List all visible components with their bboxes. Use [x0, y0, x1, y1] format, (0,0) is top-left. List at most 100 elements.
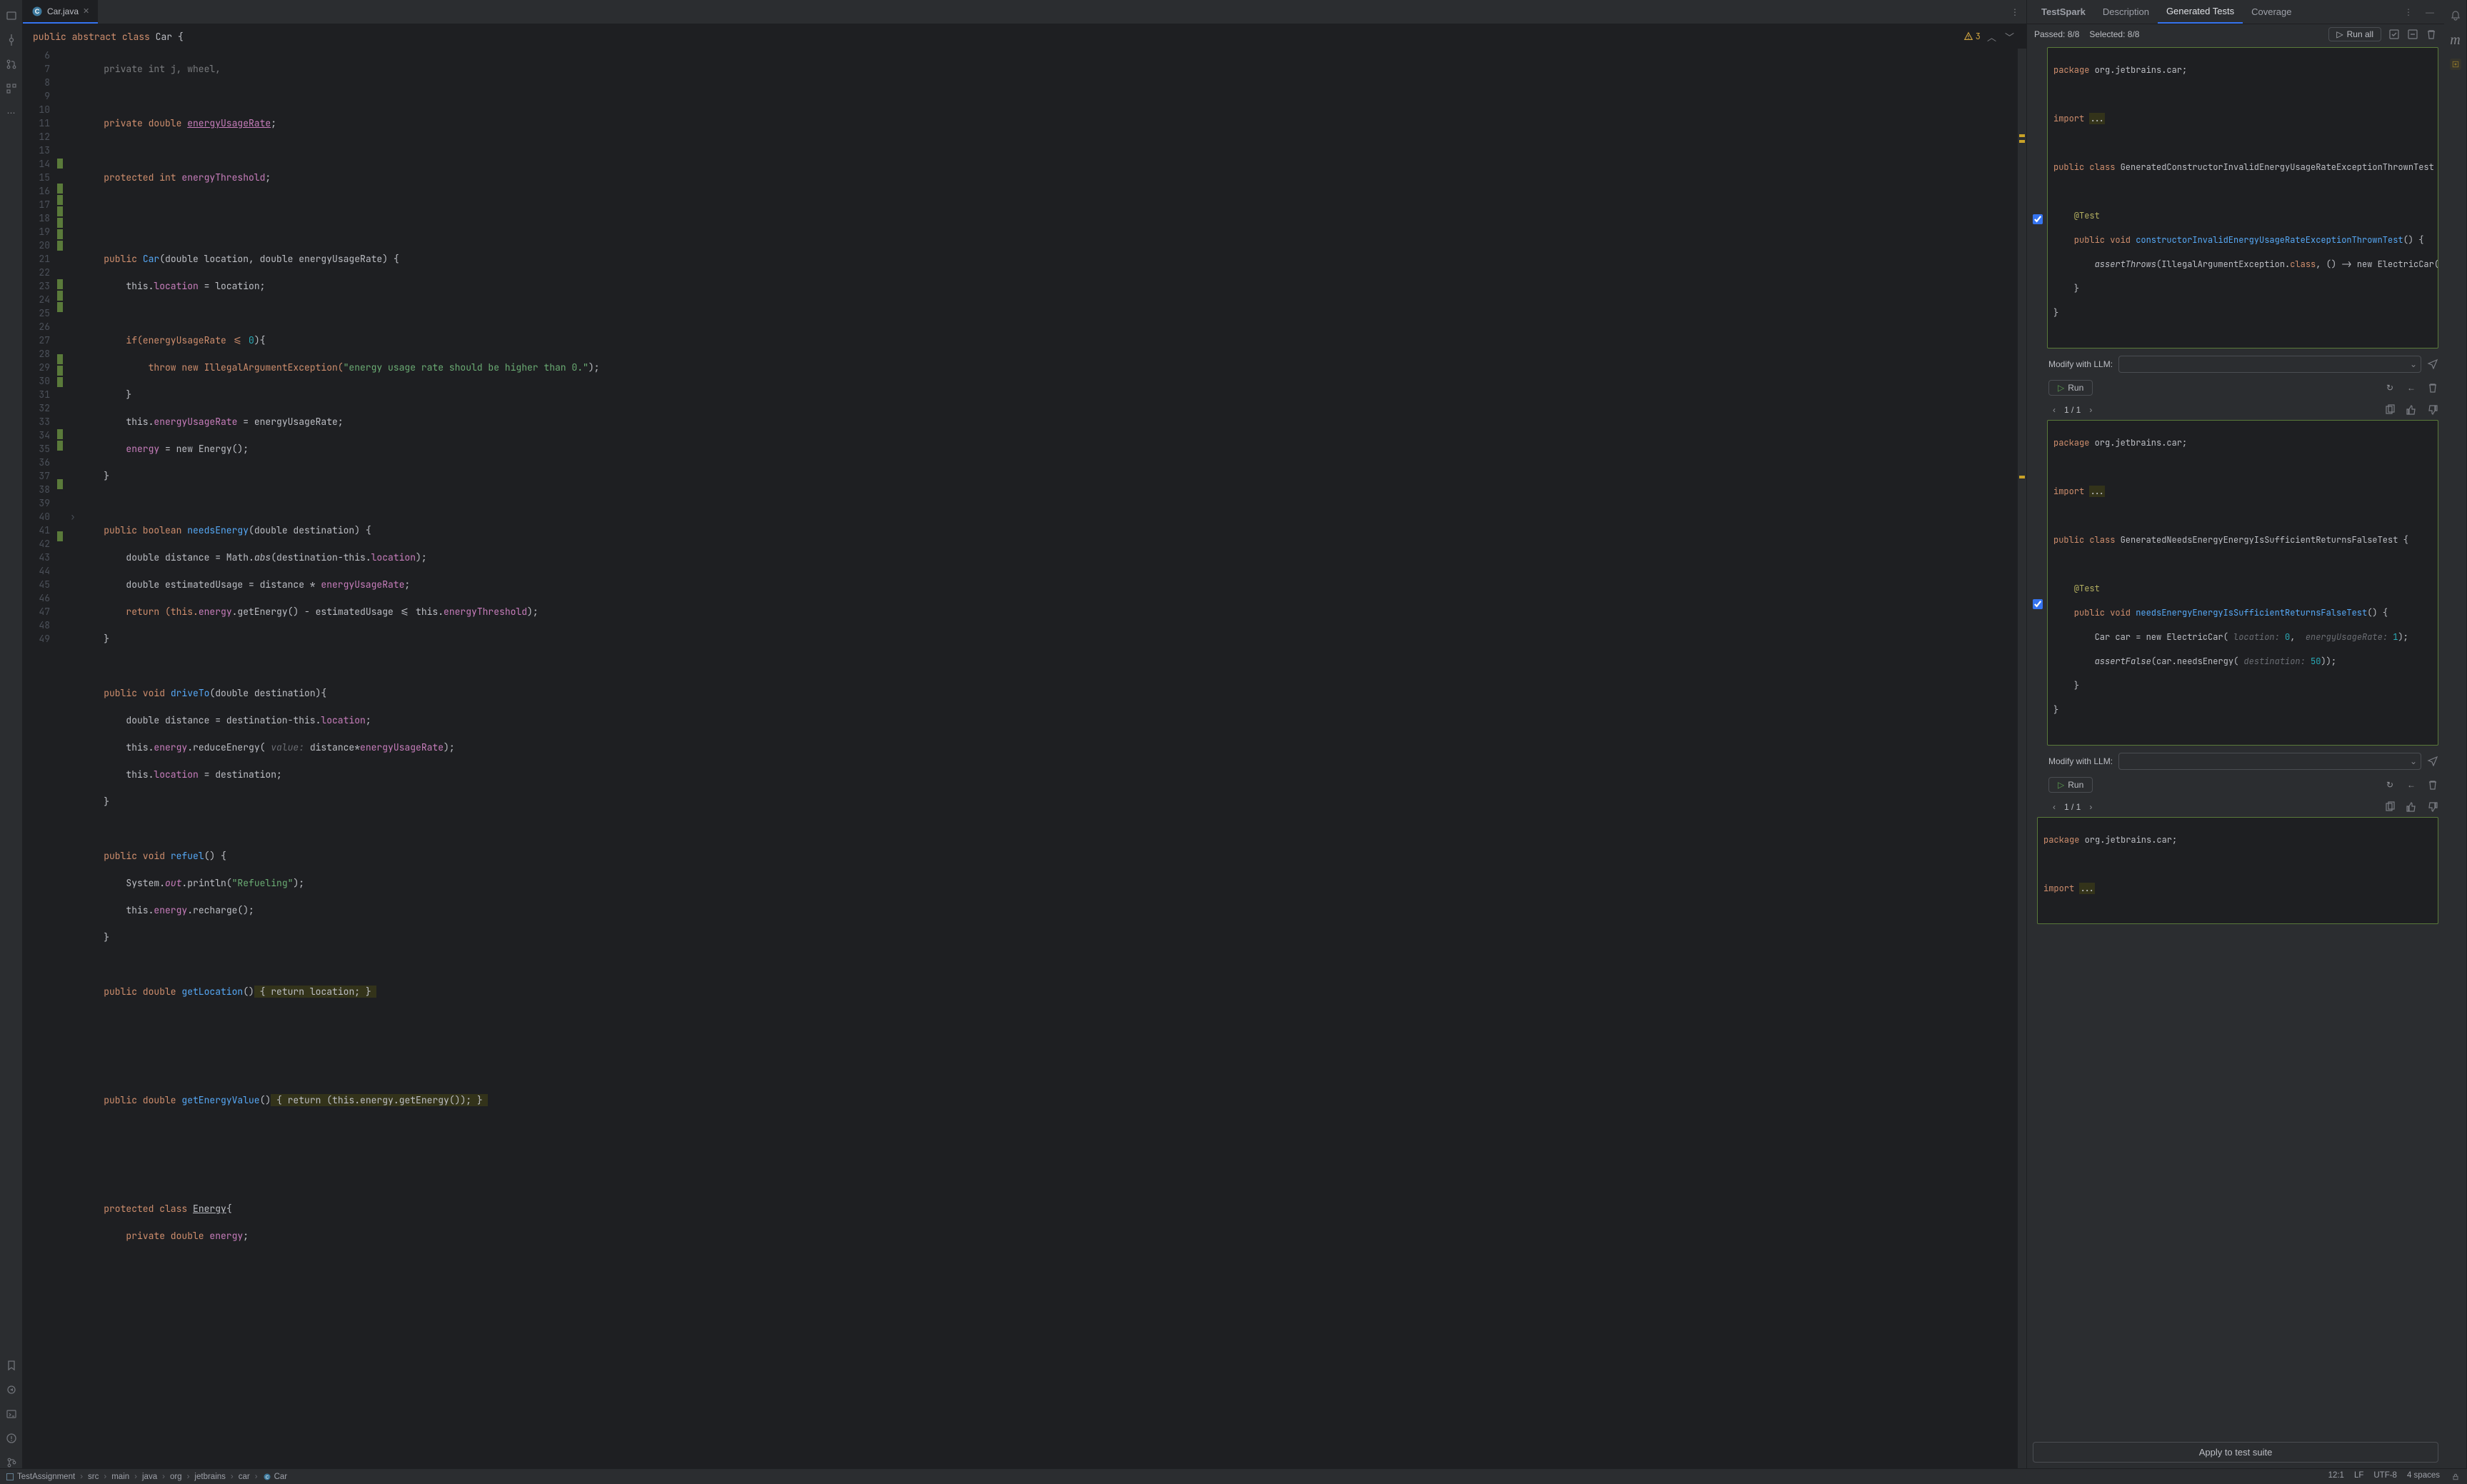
- modify-input[interactable]: [2118, 356, 2421, 373]
- terminal-icon[interactable]: [6, 1408, 17, 1420]
- modify-label: Modify with LLM:: [2048, 756, 2113, 766]
- panel-more-icon[interactable]: ⋮: [2403, 6, 2414, 18]
- delete-icon[interactable]: [2427, 779, 2438, 791]
- scrollbar-markers[interactable]: [2018, 49, 2026, 1468]
- modify-row: Modify with LLM: ⌄: [2033, 750, 2438, 773]
- readonly-lock-icon[interactable]: [2450, 1471, 2461, 1483]
- thumbs-down-icon[interactable]: [2427, 404, 2438, 416]
- apply-to-suite-button[interactable]: Apply to test suite: [2033, 1442, 2438, 1463]
- next-page-icon[interactable]: ›: [2085, 801, 2096, 813]
- test-code-block[interactable]: package org.jetbrains.car; import ...: [2037, 817, 2438, 924]
- test-checkbox[interactable]: [2033, 214, 2043, 224]
- file-tab-car[interactable]: C Car.java ✕: [23, 0, 98, 24]
- test-code-block[interactable]: package org.jetbrains.car; import ... pu…: [2047, 420, 2438, 746]
- run-row: ▷Run ↻ ←: [2033, 774, 2438, 798]
- test-checkbox[interactable]: [2033, 599, 2043, 609]
- breadcrumb[interactable]: TestAssignment› src› main› java› org› je…: [6, 1473, 287, 1481]
- fold-icon[interactable]: ›: [70, 510, 81, 523]
- class-icon: C: [263, 1473, 271, 1481]
- svg-text:C: C: [35, 8, 40, 15]
- thumbs-down-icon[interactable]: [2427, 801, 2438, 813]
- test-card: package org.jetbrains.car; import ... pu…: [2033, 47, 2438, 349]
- sticky-header: public abstract class Car { 3 ︿ ﹀: [23, 24, 2026, 49]
- bookmarks-icon[interactable]: [6, 1360, 17, 1371]
- close-tab-icon[interactable]: ✕: [83, 6, 89, 16]
- structure-icon[interactable]: [6, 83, 17, 94]
- module-icon: [6, 1473, 14, 1481]
- caret-position[interactable]: 12:1: [2328, 1471, 2344, 1483]
- left-tool-strip: ⋯: [0, 0, 23, 1468]
- send-icon[interactable]: [2427, 755, 2438, 768]
- more-tool-windows-icon[interactable]: ⋯: [6, 107, 17, 119]
- build-icon[interactable]: [6, 1384, 17, 1395]
- test-code-block[interactable]: package org.jetbrains.car; import ... pu…: [2047, 47, 2438, 349]
- modify-input-wrap: ⌄: [2118, 356, 2421, 373]
- tab-generated-tests[interactable]: Generated Tests: [2158, 0, 2243, 24]
- select-all-icon[interactable]: [2388, 29, 2400, 40]
- tab-description[interactable]: Description: [2094, 0, 2158, 24]
- pull-requests-icon[interactable]: [6, 59, 17, 70]
- prev-highlight-icon[interactable]: ︿: [1985, 30, 1998, 44]
- send-icon[interactable]: [2427, 358, 2438, 371]
- copy-icon[interactable]: [2384, 801, 2396, 813]
- next-page-icon[interactable]: ›: [2085, 404, 2096, 416]
- code-editor[interactable]: 6789101112131415161718192021222324252627…: [23, 49, 2026, 1468]
- editor-pane: C Car.java ✕ ⋮ public abstract class Car…: [23, 0, 2026, 1468]
- svg-text:C: C: [265, 1475, 269, 1480]
- problems-icon[interactable]: [6, 1433, 17, 1444]
- run-button[interactable]: ▷Run: [2048, 380, 2093, 396]
- tab-testspark[interactable]: TestSpark: [2033, 0, 2094, 24]
- notifications-icon[interactable]: [2450, 10, 2461, 21]
- delete-icon[interactable]: [2427, 382, 2438, 393]
- run-row: ▷Run ↻ ←: [2033, 377, 2438, 401]
- prev-page-icon[interactable]: ‹: [2048, 801, 2060, 813]
- kw: public: [33, 31, 66, 43]
- run-all-button[interactable]: ▷ Run all: [2328, 27, 2381, 41]
- thumbs-up-icon[interactable]: [2406, 404, 2417, 416]
- file-encoding[interactable]: UTF-8: [2373, 1471, 2397, 1483]
- selected-count: Selected: 8/8: [2089, 29, 2139, 39]
- test-toolbar: Passed: 8/8 Selected: 8/8 ▷ Run all: [2027, 24, 2444, 44]
- editor-tab-bar: C Car.java ✕ ⋮: [23, 0, 2026, 24]
- delete-all-icon[interactable]: [2426, 29, 2437, 40]
- code-body[interactable]: private int j, wheel, private double ene…: [81, 49, 2018, 1468]
- line-separator[interactable]: LF: [2354, 1471, 2363, 1483]
- warnings-badge[interactable]: 3: [1963, 31, 1981, 42]
- vcs-gutter: [57, 49, 70, 1468]
- right-tool-strip: m: [2444, 0, 2467, 1468]
- tab-coverage[interactable]: Coverage: [2243, 0, 2300, 24]
- pager-row: ‹ 1 / 1 ›: [2033, 401, 2438, 420]
- pager-row: ‹ 1 / 1 ›: [2033, 798, 2438, 817]
- vcs-icon[interactable]: [6, 1457, 17, 1468]
- prev-page-icon[interactable]: ‹: [2048, 404, 2060, 416]
- modify-input[interactable]: [2118, 753, 2421, 770]
- back-icon[interactable]: ←: [2406, 779, 2417, 791]
- chevron-down-icon[interactable]: ⌄: [2410, 756, 2417, 766]
- modify-label: Modify with LLM:: [2048, 359, 2113, 369]
- maven-logo-icon[interactable]: m: [2450, 34, 2461, 46]
- chevron-down-icon[interactable]: ⌄: [2410, 359, 2417, 369]
- copy-icon[interactable]: [2384, 404, 2396, 416]
- tab-more-icon[interactable]: ⋮: [2003, 0, 2026, 24]
- modify-row: Modify with LLM: ⌄: [2033, 353, 2438, 376]
- modify-input-wrap: ⌄: [2118, 753, 2421, 770]
- reset-icon[interactable]: ↻: [2384, 382, 2396, 393]
- thumbs-up-icon[interactable]: [2406, 801, 2417, 813]
- project-icon[interactable]: [6, 10, 17, 21]
- commit-icon[interactable]: [6, 34, 17, 46]
- back-icon[interactable]: ←: [2406, 382, 2417, 393]
- next-highlight-icon[interactable]: ﹀: [2003, 30, 2016, 44]
- reset-icon[interactable]: ↻: [2384, 779, 2396, 791]
- play-icon: ▷: [2058, 780, 2064, 790]
- fold-gutter: ›: [70, 49, 81, 1468]
- status-bar: TestAssignment› src› main› java› org› je…: [0, 1468, 2467, 1484]
- indent-indicator[interactable]: 4 spaces: [2407, 1471, 2440, 1483]
- right-tab-bar: TestSpark Description Generated Tests Co…: [2027, 0, 2444, 24]
- deselect-all-icon[interactable]: [2407, 29, 2418, 40]
- right-tool-window: TestSpark Description Generated Tests Co…: [2026, 0, 2444, 1468]
- minimize-icon[interactable]: —: [2424, 6, 2436, 18]
- run-button[interactable]: ▷Run: [2048, 777, 2093, 793]
- line-number-gutter: 6789101112131415161718192021222324252627…: [23, 49, 57, 1468]
- tests-scroll-area[interactable]: package org.jetbrains.car; import ... pu…: [2027, 44, 2444, 1439]
- testspark-tool-icon[interactable]: [2450, 59, 2461, 70]
